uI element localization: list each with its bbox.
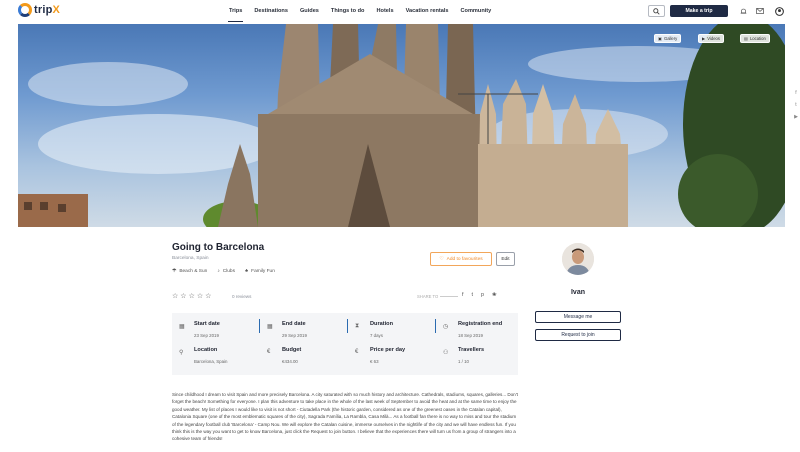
euro-icon: € bbox=[355, 349, 359, 355]
mail-icon bbox=[756, 8, 764, 14]
nav-hotels[interactable]: Hotels bbox=[375, 0, 394, 22]
logo-mark-icon bbox=[18, 3, 32, 17]
family-icon: ♣ bbox=[245, 269, 249, 274]
hero-image-sagrada-familia: ▣ Gallery ▶ Videos ▤ Location bbox=[18, 24, 785, 227]
user-avatar-icon bbox=[774, 6, 784, 16]
euro-icon: € bbox=[267, 349, 271, 355]
tag-beach[interactable]: ☂ Beach & Sun bbox=[172, 269, 207, 274]
map-icon: ▤ bbox=[744, 36, 748, 41]
facebook-icon[interactable]: f bbox=[795, 90, 796, 96]
youtube-icon[interactable]: ▶ bbox=[794, 114, 798, 120]
image-icon: ▣ bbox=[658, 36, 662, 41]
star-icon[interactable]: ☆ bbox=[189, 292, 195, 300]
avatar[interactable] bbox=[562, 243, 594, 275]
search-button[interactable] bbox=[648, 5, 665, 17]
tripx-logo[interactable]: tripX bbox=[18, 3, 60, 17]
people-icon: ⚇ bbox=[443, 350, 449, 356]
messages-button[interactable] bbox=[755, 6, 765, 16]
stat-registration-end: ◷ Registration end 18 Sep 2019 bbox=[443, 321, 503, 338]
make-trip-button[interactable]: Make a trip bbox=[670, 5, 728, 17]
main-nav: Trips Destinations Guides Things to do H… bbox=[228, 0, 492, 22]
tag-clubs[interactable]: ♪ Clubs bbox=[217, 269, 235, 274]
twitter-icon[interactable]: t bbox=[472, 292, 474, 298]
star-icon[interactable]: ☆ bbox=[205, 292, 211, 300]
calendar-icon: ▦ bbox=[267, 324, 273, 330]
organizer-name: Ivan bbox=[570, 289, 585, 296]
trip-stats-panel: ▦ Start date 23 Sep 2019 ▦ End date 29 S… bbox=[172, 313, 518, 375]
top-navigation-bar: tripX Trips Destinations Guides Things t… bbox=[0, 0, 800, 24]
user-photo-icon bbox=[562, 243, 594, 275]
rating-stars[interactable]: ☆ ☆ ☆ ☆ ☆ bbox=[172, 292, 211, 300]
trip-location: Barcelona, Spain bbox=[172, 256, 209, 261]
edit-button[interactable]: Edit bbox=[496, 252, 515, 266]
videos-button[interactable]: ▶ Videos bbox=[698, 34, 724, 43]
star-icon[interactable]: ☆ bbox=[172, 292, 178, 300]
nav-guides[interactable]: Guides bbox=[299, 0, 320, 22]
stat-price-per-day: € Price per day € 63 bbox=[355, 347, 406, 364]
social-share-rail: f t ▶ bbox=[792, 90, 800, 120]
bell-icon bbox=[740, 8, 746, 14]
pin-icon: ⚲ bbox=[179, 350, 184, 356]
hourglass-icon: ⧗ bbox=[355, 323, 360, 329]
logo-text-x: X bbox=[52, 4, 61, 16]
request-to-join-button[interactable]: Request to join bbox=[535, 329, 621, 341]
share-label: SHARE TO bbox=[417, 294, 439, 299]
facebook-icon[interactable]: f bbox=[462, 292, 464, 298]
star-icon[interactable]: ☆ bbox=[180, 292, 186, 300]
beach-icon: ☂ bbox=[172, 269, 177, 274]
stat-end-date: ▦ End date 29 Sep 2019 bbox=[267, 321, 307, 338]
notifications-button[interactable] bbox=[738, 6, 748, 16]
nav-things-to-do[interactable]: Things to do bbox=[330, 0, 366, 22]
divider bbox=[440, 296, 458, 297]
cathedral-illustration bbox=[18, 24, 785, 227]
heart-icon: ♡ bbox=[439, 256, 444, 262]
search-icon bbox=[653, 7, 660, 15]
location-button[interactable]: ▤ Location bbox=[740, 34, 770, 43]
stat-travellers: ⚇ Travellers 1 / 10 bbox=[443, 347, 485, 364]
nav-vacation-rentals[interactable]: Vacation rentals bbox=[405, 0, 450, 22]
cocktail-icon: ♪ bbox=[217, 269, 220, 274]
reviews-count[interactable]: 0 reviews bbox=[232, 294, 251, 299]
page-title: Going to Barcelona bbox=[172, 242, 265, 253]
nav-trips[interactable]: Trips bbox=[228, 0, 244, 22]
trip-tags: ☂ Beach & Sun ♪ Clubs ♣ Family Fun bbox=[172, 269, 275, 274]
message-me-button[interactable]: Message me bbox=[535, 311, 621, 323]
nav-community[interactable]: Community bbox=[460, 0, 493, 22]
group-icon[interactable]: ❀ bbox=[492, 292, 497, 298]
calendar-icon: ▦ bbox=[179, 324, 185, 330]
pinterest-icon[interactable]: p bbox=[481, 292, 484, 298]
add-to-favourites-button[interactable]: ♡ Add to favourites bbox=[430, 252, 492, 266]
video-icon: ▶ bbox=[702, 36, 706, 41]
stat-location: ⚲ Location Barcelona, Spain bbox=[179, 347, 228, 364]
logo-text: trip bbox=[34, 4, 53, 16]
nav-destinations[interactable]: Destinations bbox=[253, 0, 289, 22]
stat-budget: € Budget €434.00 bbox=[267, 347, 302, 364]
star-icon[interactable]: ☆ bbox=[197, 292, 203, 300]
stat-start-date: ▦ Start date 23 Sep 2019 bbox=[179, 321, 220, 338]
trip-description: Since childhood I dream to visit Spain a… bbox=[172, 392, 518, 442]
twitter-icon[interactable]: t bbox=[795, 102, 796, 108]
stat-duration: ⧗ Duration 7 days bbox=[355, 321, 393, 338]
user-menu-button[interactable] bbox=[774, 6, 784, 16]
gallery-button[interactable]: ▣ Gallery bbox=[654, 34, 682, 43]
tag-family[interactable]: ♣ Family Fun bbox=[245, 269, 275, 274]
clock-icon: ◷ bbox=[443, 324, 449, 330]
share-buttons: f t p ❀ bbox=[462, 292, 497, 298]
